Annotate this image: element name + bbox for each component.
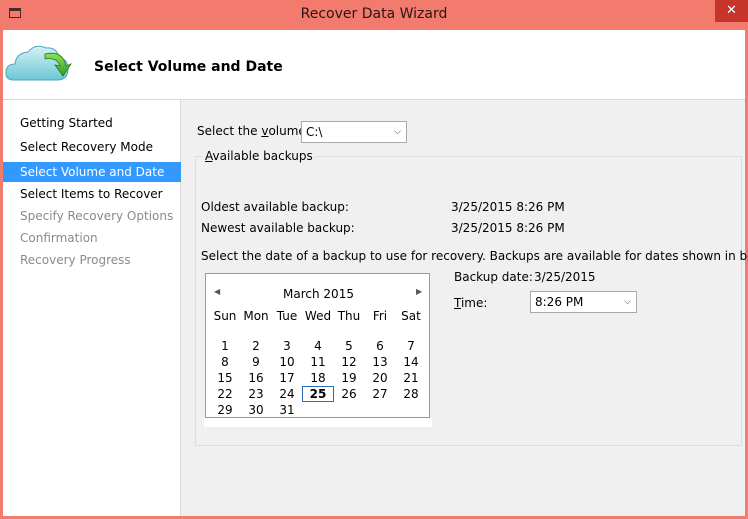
calendar-day[interactable]: 23: [240, 386, 272, 402]
calendar-day[interactable]: 8: [209, 354, 241, 370]
instruction-text: Select the date of a backup to use for r…: [201, 249, 748, 263]
calendar-month-title[interactable]: March 2015: [206, 287, 431, 301]
calendar-next-icon[interactable]: ▶: [416, 287, 422, 296]
calendar-day[interactable]: 3: [271, 338, 303, 354]
calendar-day[interactable]: 22: [209, 386, 241, 402]
time-label: Time:: [454, 296, 488, 310]
weekday-header: Sun: [213, 309, 237, 323]
window-title: Recover Data Wizard: [300, 6, 448, 22]
backup-date-value: 3/25/2015: [534, 270, 596, 284]
step-getting-started[interactable]: Getting Started: [3, 113, 181, 133]
weekday-header: Fri: [372, 309, 388, 323]
step-recovery-progress: Recovery Progress: [20, 253, 131, 267]
time-select[interactable]: 8:26 PM ⌵: [530, 291, 637, 313]
volume-select-value: C:\: [306, 125, 323, 139]
calendar-day[interactable]: 5: [333, 338, 365, 354]
calendar-day[interactable]: 1: [209, 338, 241, 354]
calendar-day[interactable]: 24: [271, 386, 303, 402]
backup-date-label: Backup date:: [454, 270, 533, 284]
calendar-day[interactable]: 15: [209, 370, 241, 386]
step-select-volume-and-date[interactable]: Select Volume and Date: [3, 162, 181, 182]
calendar-day[interactable]: 28: [395, 386, 427, 402]
chevron-down-icon: ⌵: [624, 297, 631, 307]
close-button[interactable]: ✕: [715, 0, 748, 22]
calendar-day[interactable]: 31: [271, 402, 303, 418]
volume-select[interactable]: C:\ ⌵: [301, 121, 407, 143]
title-bar: Recover Data Wizard ✕: [0, 0, 748, 30]
wizard-header: Select Volume and Date: [3, 30, 745, 100]
oldest-backup-label: Oldest available backup:: [201, 200, 349, 214]
volume-label: Select the volume:: [197, 124, 310, 138]
cloud-recover-icon: [5, 45, 73, 81]
step-select-items-to-recover[interactable]: Select Items to Recover: [3, 184, 181, 204]
chevron-down-icon: ⌵: [394, 127, 401, 137]
wizard-steps: Getting Started Select Recovery Mode Sel…: [3, 100, 181, 516]
calendar-day[interactable]: 27: [364, 386, 396, 402]
calendar-day[interactable]: 6: [364, 338, 396, 354]
calendar[interactable]: ◀ March 2015 ▶ Sun Mon Tue Wed Thu Fri S…: [205, 273, 430, 418]
calendar-day[interactable]: 11: [302, 354, 334, 370]
calendar-day[interactable]: 9: [240, 354, 272, 370]
time-select-value: 8:26 PM: [535, 295, 584, 309]
wizard-content: Select the volume: C:\ ⌵ Available backu…: [182, 100, 748, 516]
calendar-day[interactable]: 2: [240, 338, 272, 354]
step-select-recovery-mode[interactable]: Select Recovery Mode: [3, 137, 181, 157]
calendar-day[interactable]: 30: [240, 402, 272, 418]
page-title: Select Volume and Date: [94, 59, 283, 75]
calendar-day[interactable]: 16: [240, 370, 272, 386]
newest-backup-value: 3/25/2015 8:26 PM: [451, 221, 565, 235]
weekday-header: Sat: [401, 309, 421, 323]
calendar-day[interactable]: 18: [302, 370, 334, 386]
weekday-header: Wed: [304, 309, 332, 323]
calendar-day[interactable]: 26: [333, 386, 365, 402]
weekday-header: Mon: [243, 309, 269, 323]
calendar-day[interactable]: 19: [333, 370, 365, 386]
available-backups-legend: Available backups: [203, 149, 315, 163]
calendar-day[interactable]: 21: [395, 370, 427, 386]
step-confirmation: Confirmation: [20, 231, 98, 245]
step-specify-recovery-options: Specify Recovery Options: [20, 209, 174, 223]
calendar-day-selected[interactable]: 25: [302, 386, 334, 402]
wizard-client: Select Volume and Date Getting Started S…: [3, 30, 748, 516]
calendar-day[interactable]: 17: [271, 370, 303, 386]
calendar-footer: [204, 418, 432, 427]
calendar-day[interactable]: 13: [364, 354, 396, 370]
newest-backup-label: Newest available backup:: [201, 221, 355, 235]
weekday-header: Tue: [276, 309, 298, 323]
calendar-day[interactable]: 7: [395, 338, 427, 354]
calendar-day[interactable]: 14: [395, 354, 427, 370]
weekday-header: Thu: [337, 309, 361, 323]
calendar-day[interactable]: 12: [333, 354, 365, 370]
close-icon: ✕: [726, 3, 737, 18]
calendar-day[interactable]: 20: [364, 370, 396, 386]
calendar-day[interactable]: 29: [209, 402, 241, 418]
calendar-day[interactable]: 4: [302, 338, 334, 354]
oldest-backup-value: 3/25/2015 8:26 PM: [451, 200, 565, 214]
calendar-day[interactable]: 10: [271, 354, 303, 370]
